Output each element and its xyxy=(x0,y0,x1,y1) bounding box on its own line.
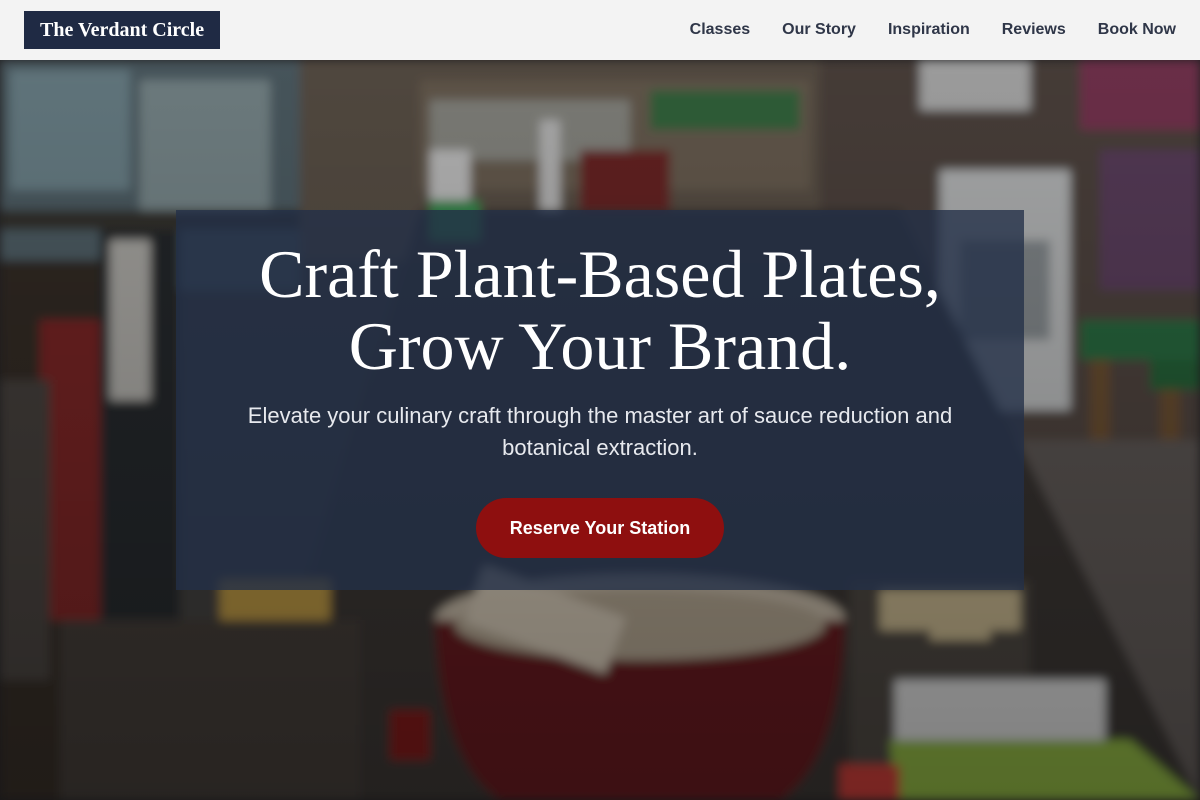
hero-headline-line-2: Grow Your Brand. xyxy=(348,308,852,384)
nav-item-classes[interactable]: Classes xyxy=(690,21,751,39)
reserve-station-button[interactable]: Reserve Your Station xyxy=(476,498,724,558)
hero-headline: Craft Plant-Based Plates, Grow Your Bran… xyxy=(200,238,1000,382)
hero-panel: Craft Plant-Based Plates, Grow Your Bran… xyxy=(176,210,1024,590)
brand-logo[interactable]: The Verdant Circle xyxy=(24,11,221,49)
nav-item-inspiration[interactable]: Inspiration xyxy=(888,21,970,39)
nav-item-our-story[interactable]: Our Story xyxy=(782,21,856,39)
nav-item-book-now[interactable]: Book Now xyxy=(1098,21,1176,39)
main-nav: Classes Our Story Inspiration Reviews Bo… xyxy=(690,21,1176,39)
hero-subtitle: Elevate your culinary craft through the … xyxy=(247,403,953,460)
nav-item-reviews[interactable]: Reviews xyxy=(1002,21,1066,39)
hero-headline-line-1: Craft Plant-Based Plates, xyxy=(259,236,941,312)
site-header: The Verdant Circle Classes Our Story Ins… xyxy=(0,0,1200,60)
